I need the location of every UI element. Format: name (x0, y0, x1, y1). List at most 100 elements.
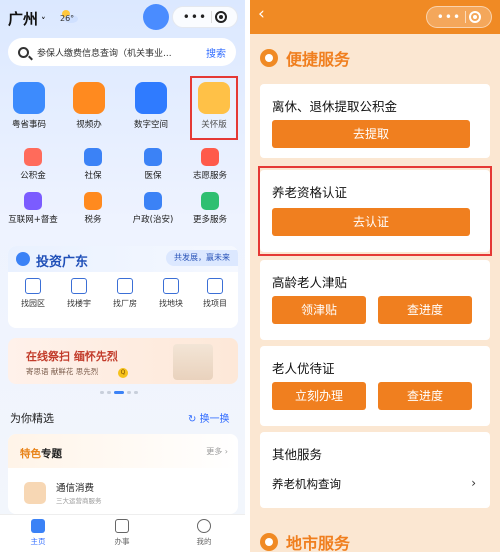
memorial-banner[interactable]: 在线祭扫 缅怀先烈 寄思语 献鲜花 思先烈 Q (8, 338, 238, 384)
service-supervision[interactable]: 互联网+督查 (8, 192, 58, 225)
feature-item-desc: 三大运营商服务 (56, 497, 102, 505)
highlight-box (258, 166, 492, 256)
folder-icon (135, 82, 167, 114)
invest-item[interactable]: 找地块 (150, 278, 192, 309)
card-title: 离休、退休提取公积金 (272, 99, 398, 114)
mascot-avatar[interactable] (143, 4, 169, 30)
banner-title: 在线祭扫 缅怀先烈 (26, 350, 118, 363)
feature-title-highlight: 特色 (20, 448, 41, 460)
project-icon (207, 278, 223, 294)
pager-dot (107, 391, 111, 394)
card-title: 老人优待证 (272, 361, 335, 376)
city-selector[interactable]: 广州 ˅ (8, 8, 46, 29)
close-target-icon[interactable] (469, 11, 482, 23)
invest-logo-icon (16, 252, 30, 266)
service-social[interactable]: 社保 (68, 148, 118, 181)
tab-affairs[interactable]: 办事 (102, 519, 142, 547)
medical-icon (144, 148, 162, 166)
elderly-service-screen: ‹ ••• 便捷服务 离休、退休提取公积金 去提取 养老资格认证 去认证 高龄老… (250, 0, 500, 552)
service-label: 社保 (84, 171, 102, 181)
section-header: 便捷服务 (260, 44, 350, 72)
invest-item[interactable]: 找园区 (12, 278, 54, 309)
apply-now-button[interactable]: 立刻办理 (272, 382, 366, 410)
search-icon (18, 46, 29, 58)
grid-icon (201, 192, 219, 210)
service-medical[interactable]: 医保 (128, 148, 178, 181)
capsule-divider (210, 11, 212, 23)
tab-label: 我的 (196, 537, 212, 546)
mini-program-capsule[interactable]: ••• (426, 6, 492, 28)
feature-title-rest: 专题 (41, 448, 62, 460)
invest-item[interactable]: 找厂房 (104, 278, 146, 309)
section-title: 便捷服务 (286, 50, 351, 69)
elderly-institution-query[interactable]: 养老机构查询 (272, 476, 341, 492)
service-household[interactable]: 户政(治安) (128, 192, 178, 225)
check-progress-button[interactable]: 查进度 (378, 296, 472, 324)
service-tax[interactable]: 税务 (68, 192, 118, 225)
invest-item-label: 找地块 (159, 299, 183, 308)
banner-pager (100, 391, 138, 394)
qr-code-icon (13, 82, 45, 114)
swap-button[interactable]: ↻ 换一换 (188, 410, 230, 425)
service-label: 更多服务 (192, 215, 227, 225)
check-progress-button[interactable]: 查进度 (378, 382, 472, 410)
close-target-icon[interactable] (215, 11, 228, 23)
search-button[interactable]: 搜索 (206, 45, 226, 60)
park-icon (25, 278, 41, 294)
service-fund[interactable]: 公积金 (8, 148, 58, 181)
household-icon (144, 192, 162, 210)
chevron-right-icon[interactable]: › (471, 476, 476, 490)
invest-item-label: 找厂房 (113, 299, 137, 308)
invest-slogan[interactable]: 共发展，赢未来 (166, 250, 238, 266)
bottom-tab-bar: 主页 办事 我的 (0, 514, 245, 552)
pager-dot (134, 391, 138, 394)
more-icon[interactable]: ••• (183, 11, 207, 23)
search-input[interactable]: 参保人缴费信息查询（机关事业... (37, 46, 200, 59)
service-volunteer[interactable]: 志愿服务 (185, 148, 235, 181)
search-bar[interactable]: 参保人缴费信息查询（机关事业... 搜索 (8, 38, 236, 66)
app-video[interactable]: 视频办 (60, 80, 118, 130)
home-icon (31, 519, 45, 533)
app-label: 粤省事码 (11, 120, 46, 130)
back-icon[interactable]: ‹ (258, 6, 265, 23)
card-title: 高龄老人津贴 (272, 275, 348, 290)
banner-badge-icon: Q (118, 368, 128, 378)
withdraw-button[interactable]: 去提取 (272, 120, 470, 148)
feature-item-name[interactable]: 通信消费 (56, 480, 94, 494)
section-icon (260, 49, 278, 67)
service-more[interactable]: 更多服务 (185, 192, 235, 225)
service-label: 互联网+督查 (8, 215, 58, 225)
app-code[interactable]: 粤省事码 (0, 80, 58, 130)
tab-home[interactable]: 主页 (18, 519, 58, 547)
face-icon (197, 519, 211, 533)
pager-dot (127, 391, 131, 394)
city-name: 广州 (8, 10, 39, 28)
banner-subtitle: 寄思语 献鲜花 思先烈 (26, 367, 99, 376)
screenshot-root: 广州 ˅ 26° ••• 参保人缴费信息查询（机关事业... 搜索 粤省事码 视… (0, 0, 500, 552)
fund-icon (24, 148, 42, 166)
claim-allowance-button[interactable]: 领津贴 (272, 296, 366, 324)
service-card-fund-withdraw: 离休、退休提取公积金 去提取 (260, 84, 490, 158)
tab-label: 主页 (30, 537, 46, 546)
more-icon[interactable]: ••• (437, 11, 461, 23)
tab-mine[interactable]: 我的 (184, 519, 224, 547)
home-screen: 广州 ˅ 26° ••• 参保人缴费信息查询（机关事业... 搜索 粤省事码 视… (0, 0, 245, 552)
mini-program-capsule[interactable]: ••• (172, 6, 238, 28)
highlight-box (190, 76, 238, 140)
section-icon (260, 533, 278, 551)
service-label: 公积金 (20, 171, 46, 181)
pager-dot-active (114, 391, 124, 394)
picks-title: 为你精选 (10, 412, 54, 425)
feature-title: 特色专题 (20, 446, 62, 461)
service-card-senior-card: 老人优待证 立刻办理 查进度 (260, 346, 490, 426)
invest-item[interactable]: 找项目 (194, 278, 236, 309)
more-link[interactable]: 更多 › (206, 446, 228, 457)
chevron-down-icon: ˅ (38, 17, 46, 27)
temperature: 26° (60, 14, 75, 23)
app-digital-space[interactable]: 数字空间 (122, 80, 180, 130)
invest-item-label: 找园区 (21, 299, 45, 308)
tax-icon (84, 192, 102, 210)
star-icon (24, 192, 42, 210)
video-icon (73, 82, 105, 114)
invest-item[interactable]: 找楼宇 (58, 278, 100, 309)
